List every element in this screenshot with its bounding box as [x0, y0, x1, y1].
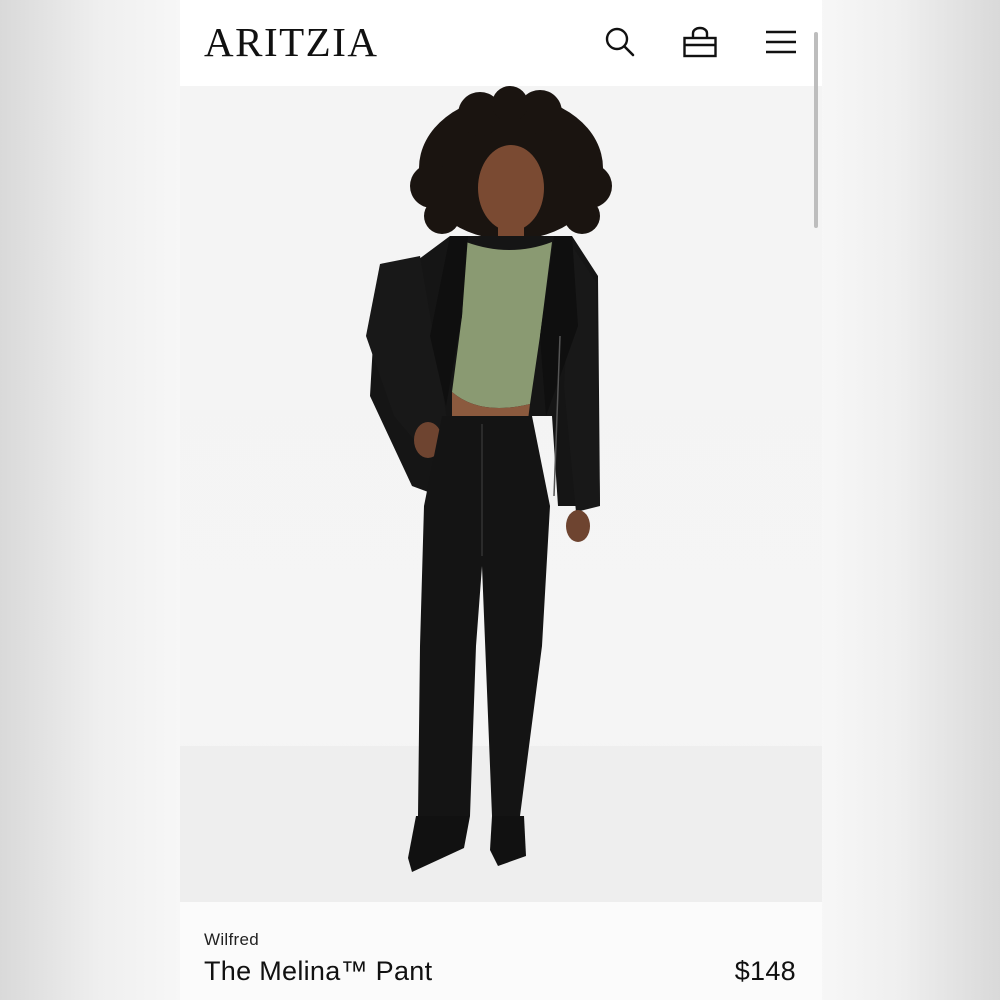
scrollbar[interactable]	[814, 32, 818, 228]
product-info: Wilfred The Melina™ Pant $148	[180, 902, 822, 1000]
shopping-bag-button[interactable]	[682, 24, 718, 60]
brand-logo[interactable]: ARITZIA	[204, 20, 378, 64]
site-header: ARITZIA	[180, 0, 822, 86]
phone-screen: ARITZIA Wilfred The Melina™ Pant $148	[180, 0, 822, 1000]
model-illustration	[180, 86, 822, 902]
product-name[interactable]: The Melina™ Pant	[204, 956, 432, 987]
product-brand[interactable]: Wilfred	[204, 930, 259, 950]
product-price: $148	[734, 956, 796, 986]
menu-icon	[766, 30, 796, 54]
bag-icon	[683, 26, 717, 58]
menu-button[interactable]	[763, 24, 799, 60]
search-icon	[605, 27, 635, 57]
product-hero-image[interactable]	[180, 86, 822, 902]
search-button[interactable]	[602, 24, 638, 60]
